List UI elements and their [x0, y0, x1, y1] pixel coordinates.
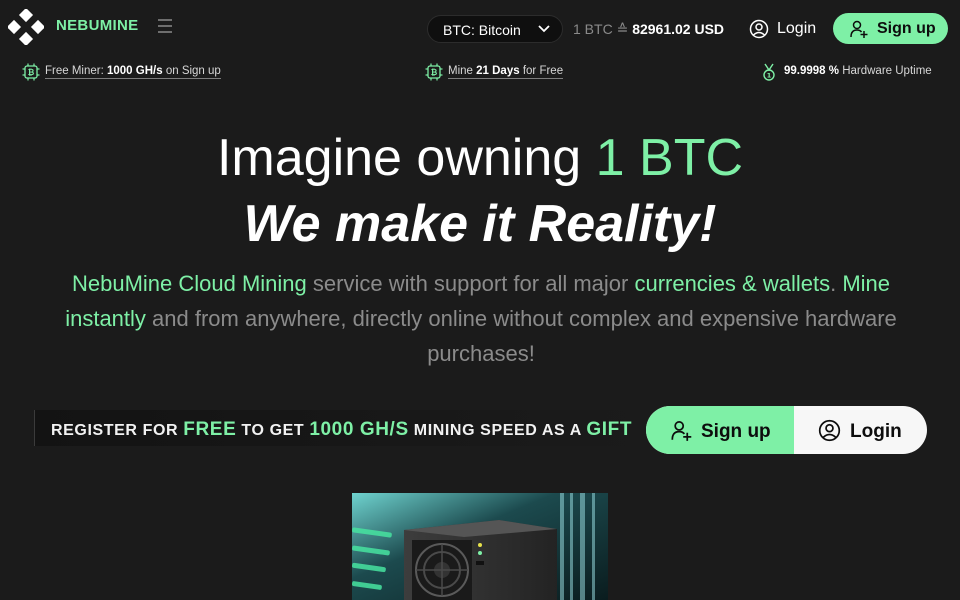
svg-text:₿: ₿ [431, 68, 438, 77]
header-signup-button[interactable]: Sign up [833, 13, 948, 44]
hero-description: NebuMine Cloud Mining service with suppo… [36, 266, 926, 371]
free-miner-prefix: Free Miner: [45, 65, 104, 77]
desc-part-2: service with support for all major [306, 271, 635, 296]
reg-b: FREE [183, 419, 237, 440]
header-login-label: Login [777, 20, 817, 37]
user-circle-icon [818, 419, 841, 442]
header-signup-label: Sign up [877, 20, 936, 37]
hero-title: Imagine owning 1 BTC [0, 128, 960, 188]
cta-login-label: Login [850, 421, 902, 442]
reg-d: 1000 GH/S [309, 419, 409, 440]
brand-name[interactable]: NEBUMINE [56, 17, 138, 34]
price-value: 82961.02 USD [632, 21, 725, 37]
price-unit: 1 BTC ≙ [573, 21, 629, 37]
desc-part-1: NebuMine Cloud Mining [71, 271, 307, 296]
cta-signup-button[interactable]: Sign up [646, 406, 794, 454]
reg-c: TO GET [236, 422, 310, 439]
btc-price: 1 BTC ≙ 82961.02 USD [573, 21, 724, 38]
hero-title-highlight: 1 BTC [595, 129, 744, 187]
free-miner-value: 1000 GH/s [107, 65, 163, 77]
reg-a: REGISTER FOR [51, 422, 184, 439]
desc-part-4: . [830, 271, 843, 296]
mine-days-prefix: Mine [448, 65, 473, 77]
hero-title-plain: Imagine owning [216, 129, 582, 187]
user-circle-icon [749, 19, 769, 39]
svg-text:₿: ₿ [28, 68, 35, 77]
bitcoin-chip-icon: ₿ [22, 63, 40, 81]
user-plus-icon [850, 20, 868, 38]
desc-part-6: and from anywhere, directly online witho… [145, 306, 897, 366]
mine-days-suffix: for Free [522, 65, 564, 77]
uptime-value: 99.9998 % [784, 65, 839, 77]
reg-e: MINING SPEED AS A [408, 422, 587, 439]
user-plus-icon [671, 421, 692, 441]
mine-days-value: 21 Days [476, 65, 520, 77]
uptime-suffix: Hardware Uptime [842, 65, 932, 77]
reg-f: GIFT [586, 419, 633, 440]
cta-button-group: Sign up Login [646, 406, 927, 454]
coin-select-dropdown[interactable]: BTC: Bitcoin [427, 15, 563, 43]
nebumine-logo-icon[interactable] [8, 9, 44, 45]
svg-text:1: 1 [767, 72, 772, 80]
cta-signup-label: Sign up [701, 421, 771, 442]
medal-icon: 1 [763, 63, 775, 81]
cta-login-button[interactable]: Login [794, 406, 927, 454]
coin-select-value: BTC: Bitcoin [443, 22, 521, 38]
hero-subtitle: We make it Reality! [243, 195, 717, 253]
register-banner: REGISTER FOR FREE TO GET 1000 GH/S MININ… [34, 410, 645, 446]
free-miner-suffix: on Sign up [165, 65, 221, 77]
hamburger-menu-icon[interactable] [156, 17, 174, 35]
bitcoin-chip-icon: ₿ [425, 63, 443, 81]
mining-hardware-image [352, 493, 608, 600]
chevron-down-icon [538, 25, 550, 33]
desc-part-3: currencies & wallets [634, 271, 831, 296]
